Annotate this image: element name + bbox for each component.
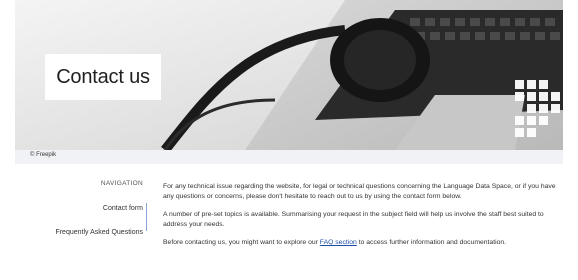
- faq-text-before: Before contacting us, you might want to …: [163, 239, 320, 246]
- nav-heading: NAVIGATION: [100, 180, 143, 187]
- topics-paragraph: A number of pre-set topics is available.…: [163, 211, 544, 228]
- image-credit: © Freepik: [30, 152, 57, 158]
- page-title-box: Contact us: [45, 54, 161, 100]
- nav-item-faq[interactable]: Frequently Asked Questions: [15, 229, 143, 236]
- sidebar-navigation: NAVIGATION Contact form Frequently Asked…: [15, 180, 143, 253]
- nav-active-indicator: [146, 203, 147, 231]
- faq-text-after: to access further information and docume…: [356, 239, 507, 246]
- nav-item-contact-form[interactable]: Contact form: [15, 205, 143, 212]
- image-credit-bar: © Freepik: [15, 150, 563, 164]
- hero-banner: Contact us: [15, 0, 563, 150]
- page-title: Contact us: [56, 65, 150, 88]
- faq-link[interactable]: FAQ section: [320, 239, 357, 246]
- faq-paragraph: Before contacting us, you might want to …: [163, 238, 563, 248]
- main-content: For any technical issue regarding the we…: [163, 182, 563, 256]
- intro-paragraph: For any technical issue regarding the we…: [163, 183, 556, 200]
